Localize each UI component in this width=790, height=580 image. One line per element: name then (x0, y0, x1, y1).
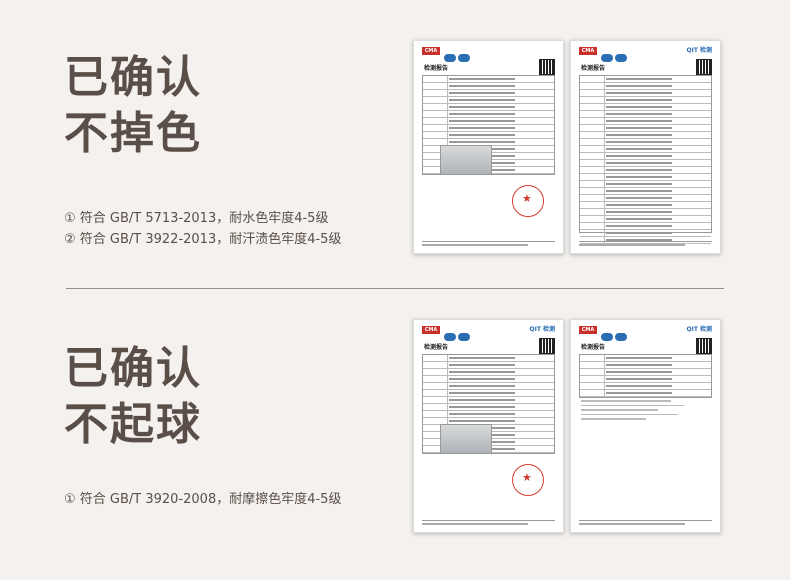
report-logos: CMA (422, 47, 555, 62)
qr-code-icon (539, 59, 555, 75)
section-antipilling: 已确认 不起球 ① 符合 GB/T 3920-2008，耐摩擦色牢度4-5级 C… (0, 289, 790, 580)
qr-code-icon (696, 59, 712, 75)
report-title: 检测报告 (424, 344, 449, 351)
report-footer (422, 241, 555, 248)
standard-note-1: ① 符合 GB/T 3920-2008，耐摩擦色牢度4-5级 (64, 492, 342, 507)
cma-logo: CMA (579, 326, 597, 334)
standard-note-1: ① 符合 GB/T 5713-2013，耐水色牢度4-5级 (64, 211, 329, 226)
accreditation-logos (444, 326, 474, 341)
test-report-image-2: CMA QIT 检测 检测报告 (570, 40, 721, 254)
qit-logo: QIT 检测 (529, 326, 555, 333)
accreditation-logos (601, 47, 631, 62)
qit-logo: QIT 检测 (686, 47, 712, 54)
cma-logo: CMA (422, 47, 440, 55)
sample-photo (440, 424, 492, 454)
standards-notes: ① 符合 GB/T 3920-2008，耐摩擦色牢度4-5级 (64, 489, 341, 510)
headline-antipilling: 已确认 不起球 (64, 341, 202, 453)
report-logos: CMA QIT 检测 (579, 47, 712, 62)
accreditation-logos (601, 326, 631, 341)
qr-code-icon (696, 338, 712, 354)
qr-code-icon (539, 338, 555, 354)
report-logos: CMA QIT 检测 (422, 326, 555, 341)
headline-line1: 已确认 (64, 52, 202, 103)
sample-photo (440, 145, 492, 175)
report-table (579, 354, 712, 398)
headline-colorfast: 已确认 不掉色 (64, 50, 202, 162)
report-title: 检测报告 (581, 344, 606, 351)
report-footer (579, 520, 712, 527)
cma-logo: CMA (422, 326, 440, 334)
headline-line2: 不掉色 (64, 108, 202, 159)
report-title: 检测报告 (581, 65, 606, 72)
red-seal-icon (512, 464, 544, 496)
qit-logo: QIT 检测 (686, 326, 712, 333)
headline-line1: 已确认 (64, 343, 202, 394)
cma-logo: CMA (579, 47, 597, 55)
red-seal-icon (512, 185, 544, 217)
accreditation-logos (444, 47, 474, 62)
report-notes-lines (581, 400, 710, 423)
report-logos: CMA QIT 检测 (579, 326, 712, 341)
report-results-table (579, 75, 712, 244)
test-report-image-3: CMA QIT 检测 检测报告 (413, 319, 564, 533)
standards-notes: ① 符合 GB/T 5713-2013，耐水色牢度4-5级 ② 符合 GB/T … (64, 208, 341, 250)
report-title: 检测报告 (424, 65, 449, 72)
report-footer (579, 241, 712, 248)
report-footer (422, 520, 555, 527)
headline-line2: 不起球 (64, 399, 202, 450)
test-report-image-4: CMA QIT 检测 检测报告 (570, 319, 721, 533)
test-report-image-1: CMA 检测报告 (413, 40, 564, 254)
section-colorfast: 已确认 不掉色 ① 符合 GB/T 5713-2013，耐水色牢度4-5级 ② … (0, 0, 790, 288)
standard-note-2: ② 符合 GB/T 3922-2013，耐汗渍色牢度4-5级 (64, 232, 342, 247)
